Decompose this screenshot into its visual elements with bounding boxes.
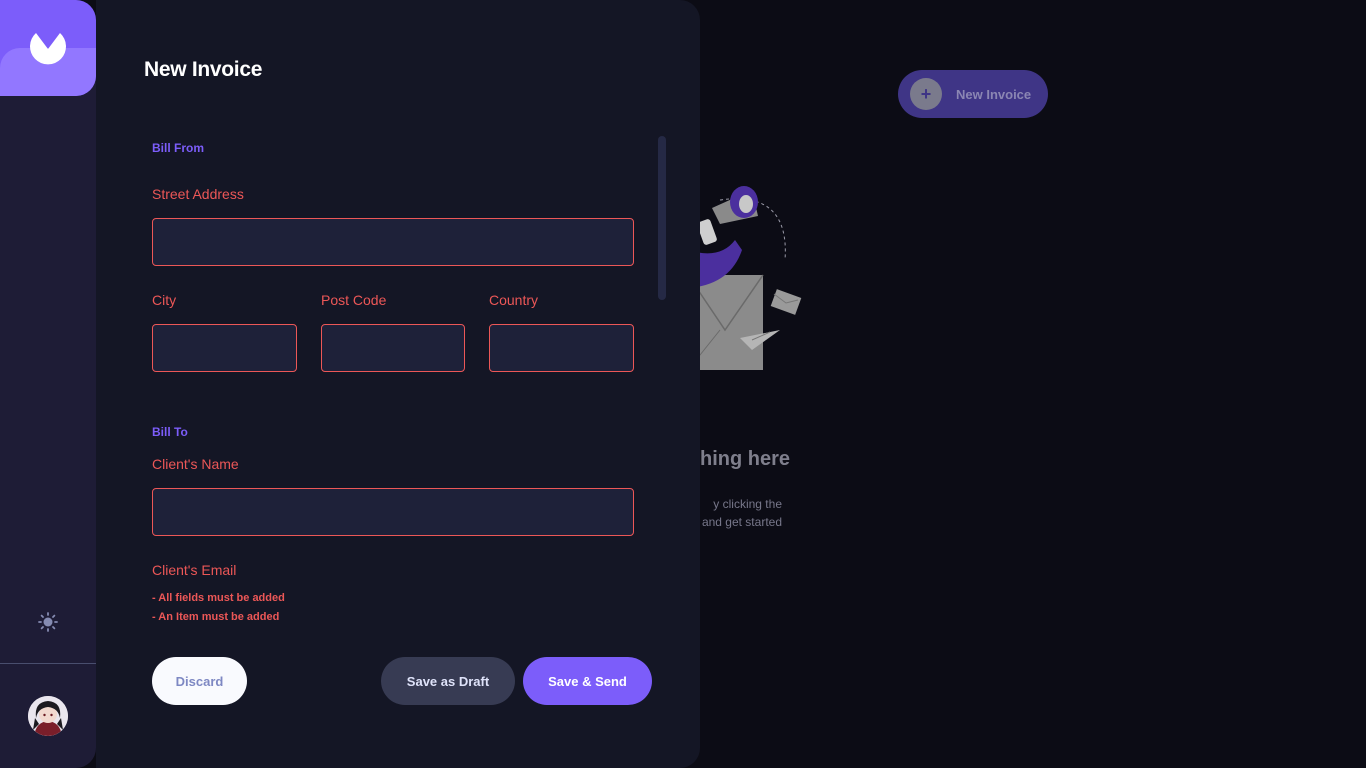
new-invoice-label: New Invoice xyxy=(956,86,1032,102)
post-code-input[interactable] xyxy=(321,324,465,372)
error-message: - All fields must be added xyxy=(152,592,285,604)
save-as-draft-button[interactable]: Save as Draft xyxy=(381,657,515,705)
street-address-label: Street Address xyxy=(152,186,244,202)
bill-from-heading: Bill From xyxy=(152,141,205,155)
country-input[interactable] xyxy=(489,324,634,372)
form-scrollbar[interactable] xyxy=(658,136,666,300)
logo[interactable] xyxy=(0,0,96,96)
sidebar-divider xyxy=(0,663,96,664)
client-name-label: Client's Name xyxy=(152,456,239,472)
avatar[interactable] xyxy=(28,696,68,736)
country-label: Country xyxy=(489,292,539,308)
save-and-send-button[interactable]: Save & Send xyxy=(523,657,652,705)
plus-icon: + xyxy=(910,78,942,110)
sun-icon[interactable] xyxy=(36,610,60,634)
bill-to-heading: Bill To xyxy=(152,425,188,439)
new-invoice-button[interactable]: + New Invoice xyxy=(898,70,1048,118)
new-invoice-drawer: New Invoice Bill From Street Address Cit… xyxy=(96,0,700,768)
sidebar xyxy=(0,0,96,768)
error-message: - An Item must be added xyxy=(152,611,280,623)
discard-button[interactable]: Discard xyxy=(152,657,247,705)
client-email-label: Client's Email xyxy=(152,562,237,578)
drawer-title: New Invoice xyxy=(144,58,263,81)
post-code-label: Post Code xyxy=(321,292,387,308)
logo-icon xyxy=(30,33,66,65)
street-address-input[interactable] xyxy=(152,218,634,266)
client-name-input[interactable] xyxy=(152,488,634,536)
city-label: City xyxy=(152,292,177,308)
city-input[interactable] xyxy=(152,324,297,372)
empty-illustration xyxy=(687,186,802,371)
